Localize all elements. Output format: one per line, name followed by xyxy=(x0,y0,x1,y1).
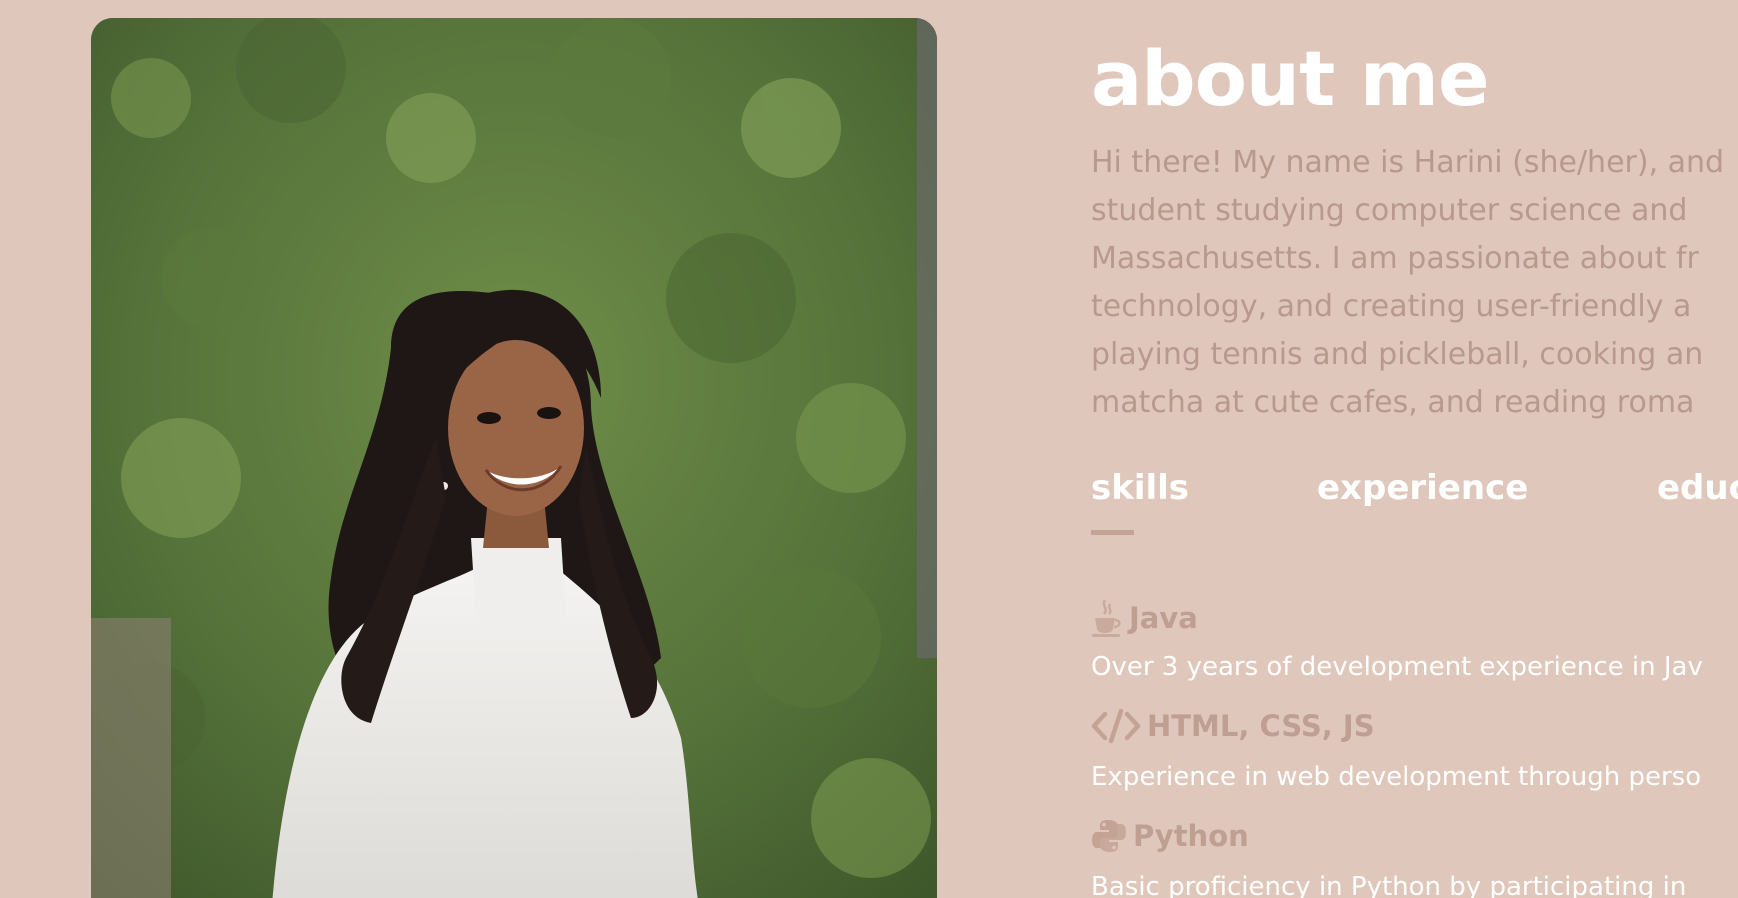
skill-name: Java xyxy=(1129,601,1198,635)
bio-line: Hi there! My name is Harini (she/her), a… xyxy=(1091,145,1725,180)
bio-line: Massachusetts. I am passionate about fr xyxy=(1091,241,1699,276)
skill-python-title: Python xyxy=(1091,818,1249,854)
skill-name: Python xyxy=(1133,819,1249,853)
skill-name: HTML, CSS, JS xyxy=(1147,709,1375,743)
bio-line: matcha at cute cafes, and reading roma xyxy=(1091,385,1695,420)
tab-skills[interactable]: skills xyxy=(1091,468,1189,508)
about-section: about me Hi there! My name is Harini (sh… xyxy=(1091,0,1738,898)
skill-java-title: Java xyxy=(1091,598,1198,638)
page: about me Hi there! My name is Harini (sh… xyxy=(0,0,1738,898)
active-tab-underline xyxy=(1091,530,1134,535)
bio-paragraph: Hi there! My name is Harini (she/her), a… xyxy=(1091,139,1738,427)
skill-python-description: Basic proficiency in Python by participa… xyxy=(1091,872,1687,898)
python-icon xyxy=(1091,818,1127,854)
skill-web-title: HTML, CSS, JS xyxy=(1091,708,1375,744)
bio-line: technology, and creating user-friendly a xyxy=(1091,289,1692,324)
tab-experience[interactable]: experience xyxy=(1317,468,1528,508)
coffee-cup-icon xyxy=(1091,598,1123,638)
page-title: about me xyxy=(1091,34,1490,123)
bio-line: playing tennis and pickleball, cooking a… xyxy=(1091,337,1704,372)
tab-education[interactable]: educ xyxy=(1657,468,1738,508)
bio-line: student studying computer science and xyxy=(1091,193,1688,228)
skill-web-description: Experience in web development through pe… xyxy=(1091,762,1702,792)
skill-java-description: Over 3 years of development experience i… xyxy=(1091,652,1703,682)
code-brackets-icon xyxy=(1091,708,1141,744)
profile-photo xyxy=(91,18,937,898)
tab-bar: skills experience educ xyxy=(1091,468,1738,535)
